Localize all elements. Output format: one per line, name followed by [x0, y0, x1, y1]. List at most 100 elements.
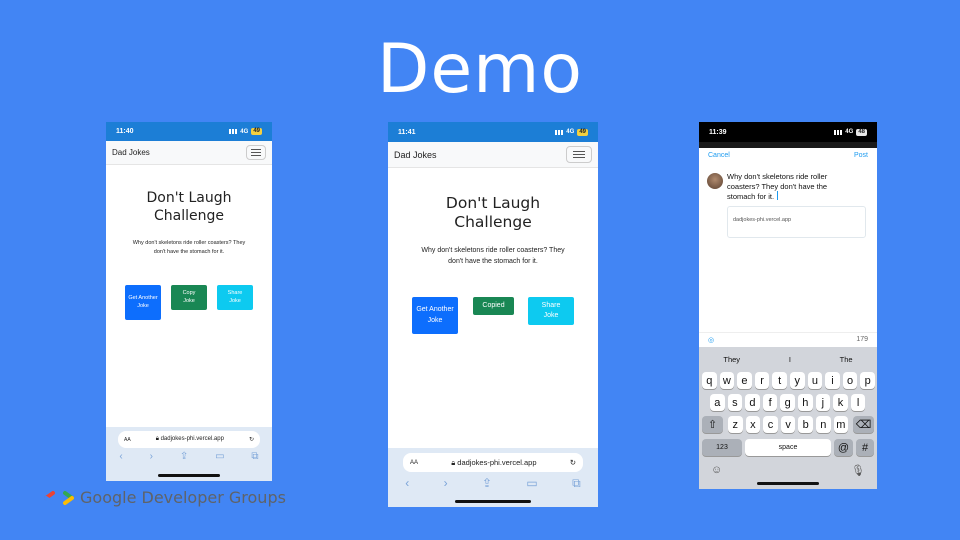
home-indicator — [158, 474, 220, 477]
status-time: 11:40 — [116, 128, 134, 135]
get-another-joke-button[interactable]: Get Another Joke — [412, 297, 458, 334]
link-preview-card[interactable]: dadjokes-phi.vercel.app — [727, 206, 866, 238]
key-u[interactable]: u — [807, 372, 823, 389]
key-i[interactable]: i — [825, 372, 840, 389]
compose-text[interactable]: Why don't skeletons ride roller coasters… — [727, 172, 847, 201]
share-icon[interactable]: ⇪ — [482, 476, 492, 491]
forward-icon[interactable]: › — [444, 476, 448, 491]
forward-icon[interactable]: › — [150, 451, 153, 462]
status-bar: 11:39 4G 48 — [699, 122, 877, 142]
signal-icon — [229, 129, 238, 134]
link-preview-url: dadjokes-phi.vercel.app — [733, 217, 792, 223]
back-icon[interactable]: ‹ — [119, 451, 122, 462]
reload-icon[interactable]: ↻ — [249, 436, 254, 443]
page-heading: Don't Laugh Challenge — [146, 190, 232, 224]
keyboard: They I The qwertyuiopasdfghjklzxcvbnm ⇧ … — [699, 347, 877, 489]
location-icon[interactable]: ◎ — [708, 336, 714, 344]
text-size-button[interactable]: AA — [124, 437, 131, 443]
microphone-icon[interactable]: 🎙︎ — [851, 464, 865, 477]
key-v[interactable]: v — [780, 416, 796, 433]
navbar: Dad Jokes — [106, 141, 272, 165]
tabs-icon[interactable]: ⧉ — [251, 451, 258, 462]
space-key[interactable]: space — [745, 439, 831, 456]
bookmarks-icon[interactable]: ▭ — [526, 476, 537, 491]
browser-bottom-bar: AA 🔒︎ dadjokes-phi.vercel.app ↻ ‹ › ⇪ ▭ … — [106, 427, 272, 481]
navbar: Dad Jokes — [388, 142, 598, 168]
shift-key[interactable]: ⇧ — [702, 416, 723, 433]
key-k[interactable]: k — [833, 394, 848, 411]
network-label: 4G — [566, 129, 575, 135]
hash-key[interactable]: # — [856, 439, 874, 456]
key-h[interactable]: h — [798, 394, 813, 411]
key-p[interactable]: p — [860, 372, 875, 389]
address-bar[interactable]: AA 🔒︎ dadjokes-phi.vercel.app ↻ — [118, 431, 260, 448]
text-size-button[interactable]: AA — [410, 460, 418, 466]
reload-icon[interactable]: ↻ — [570, 458, 576, 467]
navbar-brand[interactable]: Dad Jokes — [112, 148, 150, 157]
key-o[interactable]: o — [842, 372, 858, 389]
suggestion-2[interactable]: I — [789, 355, 791, 364]
phone-screenshot-2: 11:41 4G 49 Dad Jokes Don't Laugh Challen… — [388, 122, 598, 507]
key-b[interactable]: b — [798, 416, 813, 433]
key-a[interactable]: a — [710, 394, 725, 411]
copy-joke-button[interactable]: Copy Joke — [171, 285, 207, 310]
menu-toggle-button[interactable] — [566, 146, 592, 163]
status-time: 11:41 — [398, 128, 416, 136]
status-time: 11:39 — [709, 128, 727, 136]
back-icon[interactable]: ‹ — [405, 476, 409, 491]
url-text: dadjokes-phi.vercel.app — [160, 436, 224, 442]
share-joke-button[interactable]: Share Joke — [217, 285, 253, 310]
share-icon[interactable]: ⇪ — [180, 451, 188, 462]
backspace-key[interactable]: ⌫ — [853, 416, 874, 433]
key-s[interactable]: s — [727, 394, 743, 411]
bookmarks-icon[interactable]: ▭ — [215, 451, 224, 462]
key-t[interactable]: t — [772, 372, 787, 389]
compose-footer: ◎ 179 — [699, 332, 877, 346]
status-bar: 11:40 4G 49 — [106, 122, 272, 141]
numbers-key[interactable]: 123 — [702, 439, 742, 456]
share-joke-button[interactable]: Share Joke — [528, 297, 574, 325]
network-label: 4G — [845, 129, 854, 135]
key-x[interactable]: x — [745, 416, 761, 433]
key-n[interactable]: n — [816, 416, 831, 433]
key-q[interactable]: q — [702, 372, 717, 389]
lock-icon: 🔒︎ — [155, 436, 159, 442]
gdg-brackets-icon — [44, 490, 74, 505]
phone-screenshot-3: 11:39 4G 48 Cancel Post Why don't skeleto… — [699, 122, 877, 489]
home-indicator — [757, 482, 819, 485]
copied-button[interactable]: Copied — [473, 297, 514, 315]
joke-text: Why don't skeletons ride roller coasters… — [132, 240, 246, 255]
emoji-icon[interactable]: ☺ — [711, 464, 722, 476]
sheet-top-strip — [699, 142, 877, 148]
post-button[interactable]: Post — [854, 152, 868, 159]
browser-bottom-bar: AA 🔒︎ dadjokes-phi.vercel.app ↻ ‹ › ⇪ ▭ … — [388, 448, 598, 507]
page-heading: Don't Laugh Challenge — [445, 194, 541, 232]
navbar-brand[interactable]: Dad Jokes — [394, 150, 437, 160]
suggestion-1[interactable]: They — [723, 355, 740, 364]
key-l[interactable]: l — [850, 394, 866, 411]
tabs-icon[interactable]: ⧉ — [572, 476, 581, 491]
key-m[interactable]: m — [833, 416, 849, 433]
battery-icon: 49 — [251, 128, 262, 135]
key-e[interactable]: e — [737, 372, 752, 389]
key-y[interactable]: y — [790, 372, 805, 389]
text-cursor — [777, 191, 778, 200]
suggestion-3[interactable]: The — [840, 355, 853, 364]
key-f[interactable]: f — [762, 394, 778, 411]
key-d[interactable]: d — [745, 394, 760, 411]
url-text: dadjokes-phi.vercel.app — [457, 457, 537, 467]
predictive-bar: They I The — [699, 350, 877, 368]
character-count: 179 — [856, 336, 868, 343]
menu-toggle-button[interactable] — [246, 145, 266, 160]
address-bar[interactable]: AA 🔒︎ dadjokes-phi.vercel.app ↻ — [403, 453, 583, 472]
key-g[interactable]: g — [780, 394, 795, 411]
get-another-joke-button[interactable]: Get Another Joke — [125, 285, 161, 320]
lock-icon: 🔒︎ — [451, 457, 456, 467]
key-z[interactable]: z — [728, 416, 743, 433]
key-w[interactable]: w — [719, 372, 735, 389]
cancel-button[interactable]: Cancel — [708, 152, 730, 159]
key-c[interactable]: c — [763, 416, 778, 433]
at-key[interactable]: @ — [834, 439, 853, 456]
key-j[interactable]: j — [815, 394, 831, 411]
key-r[interactable]: r — [754, 372, 770, 389]
